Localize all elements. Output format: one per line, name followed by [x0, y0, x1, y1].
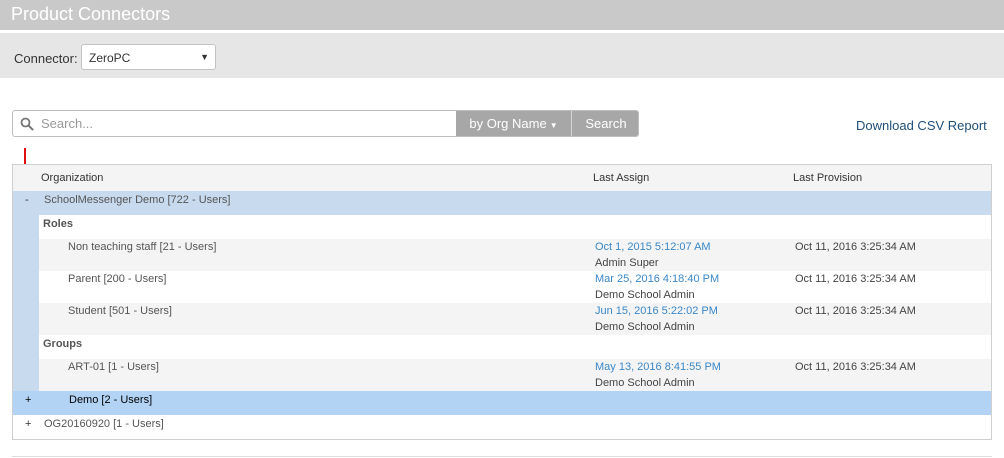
page-title: Product Connectors	[11, 4, 171, 24]
last-assign-by: Demo School Admin	[595, 289, 695, 301]
table-row[interactable]: Student [501 - Users] Jun 15, 2016 5:22:…	[39, 303, 991, 335]
expand-toggle[interactable]: +	[25, 394, 31, 406]
chevron-down-icon: ▼	[200, 52, 209, 62]
role-name: Non teaching staff [21 - Users]	[68, 241, 217, 253]
caret-down-icon: ▼	[549, 121, 558, 130]
role-name: Student [501 - Users]	[68, 305, 172, 317]
connector-label: Connector:	[14, 51, 78, 66]
connector-bar: Connector: ZeroPC ▼	[0, 33, 1004, 78]
org-indent-bar	[13, 215, 39, 391]
role-name: Parent [200 - Users]	[68, 273, 167, 285]
subgroup-name: Demo [2 - Users]	[69, 394, 153, 406]
search-by-label: by Org Name	[469, 116, 547, 131]
org-name: SchoolMessenger Demo [722 - Users]	[44, 194, 231, 206]
collapse-toggle[interactable]: -	[25, 194, 29, 206]
search-by-dropdown[interactable]: by Org Name ▼	[456, 111, 571, 136]
connector-select[interactable]: ZeroPC ▼	[81, 44, 216, 70]
last-provision: Oct 11, 2016 3:25:34 AM	[795, 241, 916, 253]
group-name: ART-01 [1 - Users]	[68, 361, 159, 373]
search-bar: by Org Name▼ Search	[12, 110, 639, 137]
last-assign-date[interactable]: Jun 15, 2016 5:22:02 PM	[595, 305, 718, 317]
table-row[interactable]: ART-01 [1 - Users] May 13, 2016 8:41:55 …	[39, 359, 991, 391]
last-provision: Oct 11, 2016 3:25:34 AM	[795, 305, 916, 317]
title-bar: Product Connectors	[0, 0, 1004, 33]
bottom-divider	[12, 456, 992, 457]
table-row-org[interactable]: + OG20160920 [1 - Users]	[13, 415, 991, 439]
column-header-last-assign: Last Assign	[593, 172, 650, 184]
org-name: OG20160920 [1 - Users]	[44, 418, 164, 430]
connector-table: Organization Last Assign Last Provision …	[12, 164, 992, 440]
connector-selected-value: ZeroPC	[89, 51, 131, 65]
groups-label: Groups	[43, 338, 83, 350]
table-row[interactable]: Parent [200 - Users] Mar 25, 2016 4:18:4…	[39, 271, 991, 303]
last-provision: Oct 11, 2016 3:25:34 AM	[795, 273, 916, 285]
section-label-row: Roles	[39, 215, 991, 239]
expand-toggle[interactable]: +	[25, 418, 31, 430]
column-header-last-provision: Last Provision	[793, 172, 863, 184]
last-provision: Oct 11, 2016 3:25:34 AM	[795, 361, 916, 373]
last-assign-by: Demo School Admin	[595, 377, 695, 389]
table-row-org[interactable]: - SchoolMessenger Demo [722 - Users]	[13, 191, 991, 215]
table-header: Organization Last Assign Last Provision	[13, 165, 991, 192]
search-icon	[20, 117, 34, 131]
last-assign-date[interactable]: May 13, 2016 8:41:55 PM	[595, 361, 721, 373]
search-input[interactable]	[41, 111, 455, 136]
table-row-selected[interactable]: + Demo [2 - Users]	[13, 391, 991, 415]
section-label-row: Groups	[39, 335, 991, 359]
last-assign-by: Admin Super	[595, 257, 659, 269]
last-assign-by: Demo School Admin	[595, 321, 695, 333]
download-csv-link[interactable]: Download CSV Report	[856, 118, 987, 133]
roles-label: Roles	[43, 218, 73, 230]
last-assign-date[interactable]: Oct 1, 2015 5:12:07 AM	[595, 241, 711, 253]
last-assign-date[interactable]: Mar 25, 2016 4:18:40 PM	[595, 273, 719, 285]
table-row[interactable]: Non teaching staff [21 - Users] Oct 1, 2…	[39, 239, 991, 271]
search-button[interactable]: Search	[571, 111, 638, 136]
column-header-organization: Organization	[41, 172, 104, 184]
